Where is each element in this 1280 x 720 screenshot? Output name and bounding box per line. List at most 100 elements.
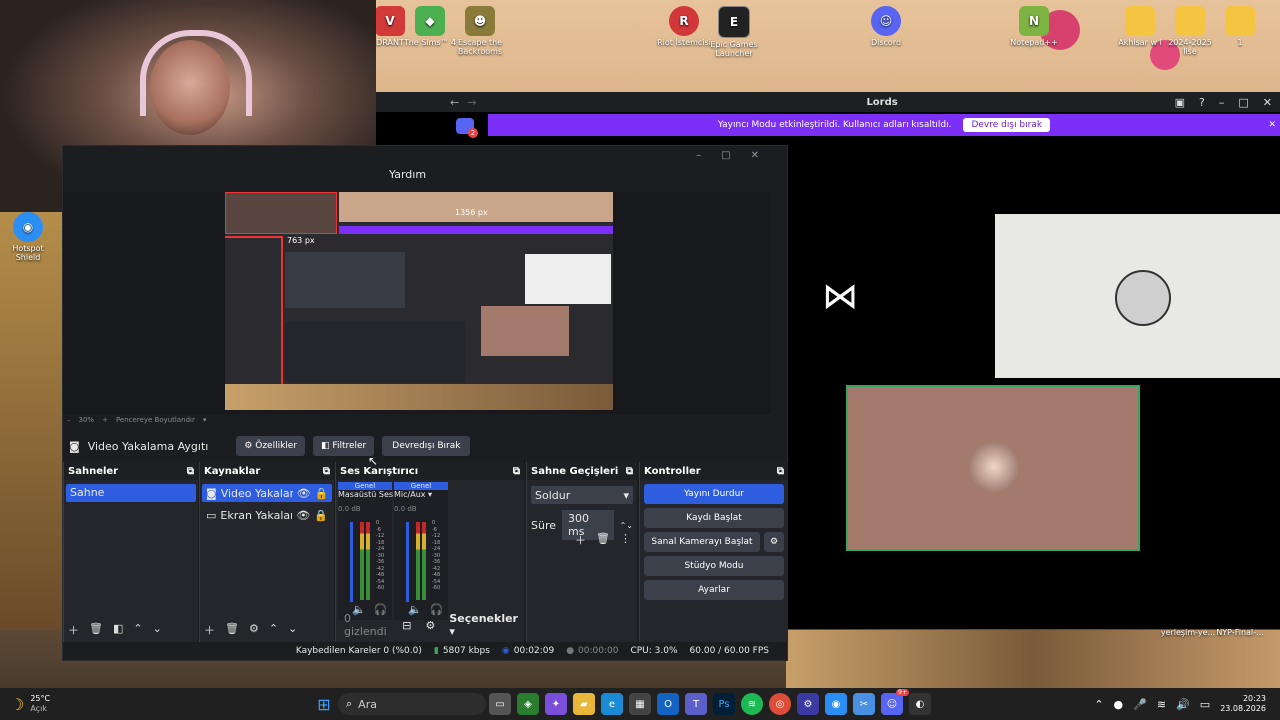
desktop-icon-doc2[interactable]: NYP-Final-... <box>1212 628 1268 637</box>
arrow-up-icon[interactable]: ⌃ <box>133 622 142 638</box>
obs-icon[interactable]: ◐ <box>909 693 931 715</box>
undock-icon[interactable]: ⧉ <box>626 466 633 477</box>
outlook-icon[interactable]: O <box>657 693 679 715</box>
desktop-icon-folder-lise[interactable]: 2024-2025 lise <box>1162 6 1218 56</box>
transition-select[interactable]: Soldur ▾ <box>531 486 633 504</box>
arrow-up-icon[interactable]: ⌃ <box>269 622 278 638</box>
undock-icon[interactable]: ⧉ <box>187 466 194 477</box>
arrow-down-icon[interactable]: ⌄ <box>288 622 297 638</box>
volume-slider[interactable] <box>350 522 353 602</box>
stop-stream-button[interactable]: Yayını Durdur <box>644 484 784 504</box>
trash-icon[interactable]: 🗑 <box>225 622 239 638</box>
desktop-icon-discord[interactable]: ☺ Discord <box>858 6 914 47</box>
desktop-icon-notepad[interactable]: N Notepad++ <box>1006 6 1062 47</box>
scene-item[interactable]: Sahne <box>66 484 196 502</box>
filters-button[interactable]: ◧ Filtreler <box>313 436 375 456</box>
desktop-icon-hotspot[interactable]: ◉ Hotspot Shield <box>0 212 56 262</box>
channel-name[interactable]: Mic/Aux ▾ <box>394 490 448 499</box>
maximize-icon[interactable]: □ <box>721 150 750 161</box>
arrow-down-icon[interactable]: ⌄ <box>153 622 162 638</box>
layout-icon[interactable]: ⊟ <box>402 619 411 632</box>
desktop-icon-epic[interactable]: E Epic Games Launcher <box>706 6 762 58</box>
trash-icon[interactable]: 🗑 <box>89 622 103 638</box>
lock-icon[interactable]: 🔒 <box>315 487 329 500</box>
banner-close-icon[interactable]: ✕ <box>1268 120 1276 130</box>
studio-mode-button[interactable]: Stüdyo Modu <box>644 556 784 576</box>
preview-area[interactable]: 1356 px 763 px <box>63 192 771 414</box>
channel-name[interactable]: Masaüstü Ses ▾ <box>338 490 400 499</box>
source-item[interactable]: ◙ Video Yakalama Aygıtı 👁 🔒 <box>202 484 332 502</box>
edge-icon[interactable]: e <box>601 693 623 715</box>
volume-slider[interactable] <box>406 522 409 602</box>
minimize-icon[interactable]: – <box>696 150 721 161</box>
battery-icon[interactable]: ▭ <box>1200 698 1210 711</box>
zoom-level[interactable]: 30% <box>79 416 95 424</box>
close-icon[interactable]: ✕ <box>751 150 779 161</box>
undock-icon[interactable]: ⧉ <box>777 466 784 477</box>
close-icon[interactable]: ✕ <box>1263 96 1272 109</box>
record-tray-icon[interactable]: ● <box>1114 698 1124 711</box>
gear-icon[interactable]: ⚙ <box>425 619 435 632</box>
volume-icon[interactable]: 🔊 <box>1176 698 1190 711</box>
task-view-icon[interactable]: ▭ <box>489 693 511 715</box>
source-item[interactable]: ▭ Ekran Yakalama 👁 🔒 <box>202 506 332 524</box>
eye-icon[interactable]: 👁 <box>297 487 311 500</box>
discord-home-icon[interactable]: 2 <box>456 118 478 138</box>
back-arrow-icon[interactable]: ← <box>450 96 459 109</box>
chevron-down-icon[interactable]: ▾ <box>203 416 207 424</box>
deactivate-button[interactable]: Devredışı Bırak <box>382 436 471 456</box>
filter-icon[interactable]: ◧ <box>113 622 123 638</box>
start-record-button[interactable]: Kaydı Başlat <box>644 508 784 528</box>
zoom-out-icon[interactable]: – <box>67 416 71 424</box>
virtual-camera-button[interactable]: Sanal Kamerayı Başlat <box>644 532 760 552</box>
undock-icon[interactable]: ⧉ <box>323 466 330 477</box>
add-icon[interactable]: ＋ <box>68 622 79 638</box>
weather-widget[interactable]: ☽ 25°C Açık <box>10 694 310 714</box>
properties-button[interactable]: ⚙ Özellikler <box>236 436 306 456</box>
maximize-icon[interactable]: □ <box>1238 96 1248 109</box>
inbox-icon[interactable]: ▣ <box>1175 96 1185 109</box>
desktop-icon-doc1[interactable]: yerleşim-ye... <box>1160 628 1216 637</box>
add-icon[interactable]: ＋ <box>204 622 215 638</box>
file-explorer-icon[interactable]: ▰ <box>573 693 595 715</box>
app-icon[interactable]: ⚙ <box>797 693 819 715</box>
more-icon[interactable]: ⋮ <box>620 532 631 548</box>
mixer-options[interactable]: Seçenekler ▾ <box>449 612 518 638</box>
snipping-tool-icon[interactable]: ✂ <box>853 693 875 715</box>
microphone-icon[interactable]: 🎤 <box>1133 698 1147 711</box>
undock-icon[interactable]: ⧉ <box>513 466 520 477</box>
minimize-icon[interactable]: – <box>1219 96 1225 109</box>
store-icon[interactable]: ▦ <box>629 693 651 715</box>
desktop-icon-backrooms[interactable]: ☻ Escape the Backrooms <box>452 6 508 56</box>
desktop-icon-riot[interactable]: R Riot İstemcisi <box>656 6 712 47</box>
spin-stepper-icon[interactable]: ⌃⌄ <box>620 521 633 530</box>
clock[interactable]: 20:23 23.08.2026 <box>1220 694 1266 714</box>
menu-help[interactable]: Yardım <box>389 168 426 181</box>
gear-icon[interactable]: ⚙ <box>249 622 259 638</box>
hotspot-shield-icon[interactable]: ◉ <box>825 693 847 715</box>
start-icon[interactable]: ⊞ <box>313 693 335 715</box>
discord-taskbar-icon[interactable]: ☺ 9+ <box>881 689 909 715</box>
taskbar-search[interactable]: ⌕ Ara <box>338 693 486 715</box>
chrome-icon[interactable]: ◎ <box>769 693 791 715</box>
add-icon[interactable]: ＋ <box>575 532 586 548</box>
help-icon[interactable]: ? <box>1199 96 1205 109</box>
desktop-icon-sims[interactable]: ◆ The Sims™ 4 <box>402 6 458 47</box>
desktop-icon-folder-1[interactable]: 1 <box>1212 6 1268 47</box>
video-tile-avatar[interactable] <box>995 214 1280 378</box>
photoshop-icon[interactable]: Ps <box>713 693 735 715</box>
disable-streamer-mode-button[interactable]: Devre dışı bırak <box>963 118 1051 132</box>
chevron-up-icon[interactable]: ⌃ <box>1094 698 1103 711</box>
spotify-icon[interactable]: ≋ <box>741 693 763 715</box>
video-tile-speaking[interactable] <box>846 385 1140 551</box>
copilot-icon[interactable]: ✦ <box>545 693 567 715</box>
trash-icon[interactable]: 🗑 <box>596 532 610 548</box>
forward-arrow-icon[interactable]: → <box>467 96 476 109</box>
desktop-icon-folder-akhisar[interactable]: Akhisar w i <box>1112 6 1168 47</box>
zoom-mode[interactable]: Pencereye Boyutlandır <box>116 416 195 424</box>
teams-icon[interactable]: T <box>685 693 707 715</box>
zoom-in-icon[interactable]: + <box>102 416 108 424</box>
eye-icon[interactable]: 👁 <box>296 509 310 522</box>
settings-button[interactable]: Ayarlar <box>644 580 784 600</box>
gear-icon[interactable]: ⚙ <box>764 532 784 552</box>
